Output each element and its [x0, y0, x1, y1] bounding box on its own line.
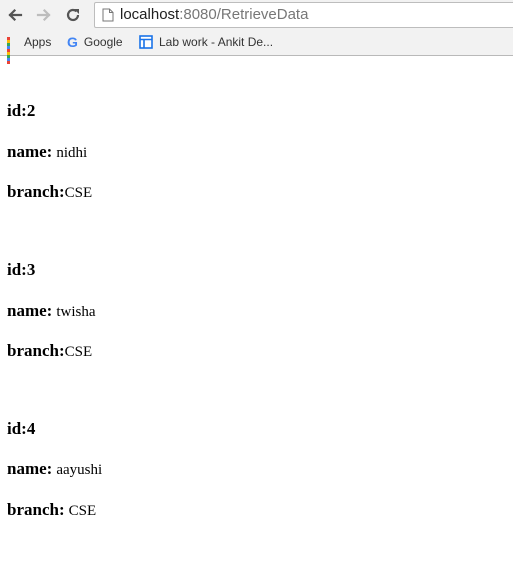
arrow-left-icon: [8, 8, 23, 22]
page-icon: [102, 8, 114, 22]
bookmark-lab-work[interactable]: Lab work - Ankit De...: [139, 33, 273, 51]
bookmark-label: Lab work - Ankit De...: [159, 35, 274, 49]
name-value: aayushi: [56, 462, 103, 478]
bookmark-label: Google: [83, 35, 123, 49]
branch-label: branch:: [7, 500, 65, 519]
name-line: name: aayushi: [7, 459, 102, 479]
apps-grid-dot: [7, 60, 10, 64]
id-value: 2: [26, 101, 36, 120]
name-label: name:: [7, 301, 53, 320]
arrow-right-icon: [36, 8, 51, 22]
browser-toolbar: localhost:8080/RetrieveData Apps G Googl…: [0, 0, 513, 64]
branch-value: CSE: [68, 503, 97, 519]
name-line: name: nidhi: [7, 142, 87, 162]
id-label: id:: [7, 260, 27, 279]
id-label: id:: [7, 419, 27, 438]
name-label: name:: [7, 142, 53, 161]
address-bar[interactable]: localhost:8080/RetrieveData: [94, 2, 513, 28]
back-button[interactable]: [4, 4, 26, 26]
reload-button[interactable]: [62, 4, 84, 26]
name-line: name: twisha: [7, 301, 96, 321]
google-icon: G: [67, 34, 78, 50]
bookmarks-bar: Apps G Google Lab work - Ankit De...: [0, 30, 513, 64]
branch-line: branch: CSE: [7, 500, 96, 520]
branch-label: branch:: [7, 182, 65, 201]
branch-value: CSE: [64, 344, 93, 360]
id-label: id:: [7, 101, 27, 120]
apps-grid-icon: [7, 36, 18, 64]
layout-icon: [139, 35, 153, 49]
id-line: id:2: [7, 101, 35, 121]
id-line: id:3: [7, 260, 35, 280]
branch-line: branch:CSE: [7, 341, 92, 361]
url-host: localhost: [120, 6, 180, 23]
branch-label: branch:: [7, 341, 65, 360]
bookmark-apps[interactable]: Apps: [7, 33, 52, 64]
url-path: :8080/RetrieveData: [179, 6, 309, 23]
id-value: 4: [26, 419, 36, 438]
id-value: 3: [26, 260, 36, 279]
reload-icon: [66, 8, 80, 22]
bookmark-google[interactable]: G Google: [67, 33, 123, 51]
name-value: twisha: [56, 304, 96, 320]
bookmark-label: Apps: [24, 35, 52, 49]
branch-line: branch:CSE: [7, 182, 92, 202]
forward-button[interactable]: [33, 4, 55, 26]
id-line: id:4: [7, 419, 35, 439]
branch-value: CSE: [64, 185, 93, 201]
url-text: localhost:8080/RetrieveData: [120, 6, 308, 23]
name-label: name:: [7, 459, 53, 478]
name-value: nidhi: [56, 145, 88, 161]
